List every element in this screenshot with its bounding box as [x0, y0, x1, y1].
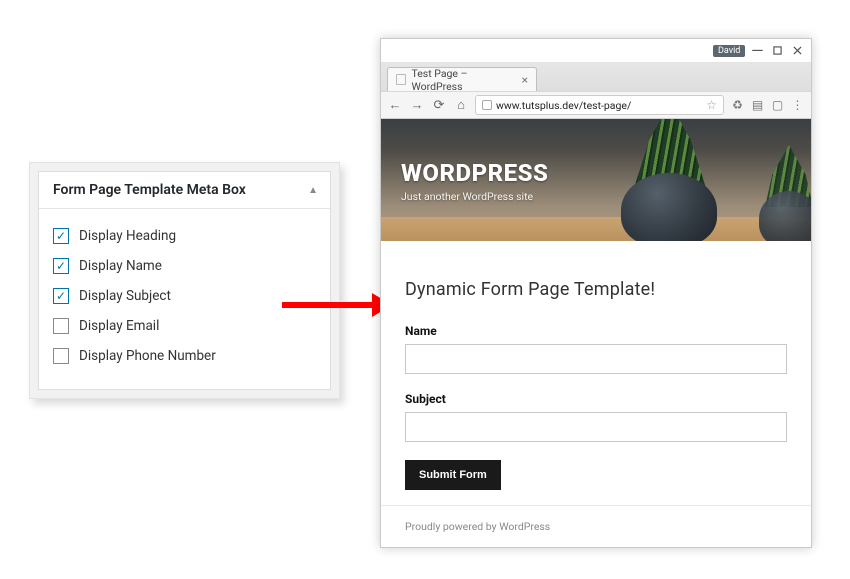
option-label[interactable]: Display Heading: [79, 228, 176, 244]
pot-icon: [759, 191, 811, 241]
site-tagline: Just another WordPress site: [401, 190, 548, 203]
maximize-button[interactable]: [769, 42, 785, 60]
extension-icon[interactable]: ▤: [750, 98, 765, 113]
name-input[interactable]: [405, 344, 787, 374]
window-titlebar: David ―: [381, 39, 811, 63]
browser-tab[interactable]: Test Page – WordPress ×: [387, 67, 537, 91]
subject-input[interactable]: [405, 412, 787, 442]
metabox-option: ✓ Display Name: [53, 251, 316, 281]
hero-table: [381, 217, 811, 241]
hero-text: WORDPRESS Just another WordPress site: [401, 159, 548, 203]
pot-icon: [621, 173, 717, 241]
hero-banner: WORDPRESS Just another WordPress site: [381, 119, 811, 241]
metabox-title: Form Page Template Meta Box: [53, 182, 246, 198]
back-button[interactable]: ←: [387, 97, 403, 113]
home-button[interactable]: ⌂: [453, 97, 469, 113]
reload-button[interactable]: ⟳: [431, 97, 447, 113]
tab-strip: Test Page – WordPress ×: [381, 63, 811, 91]
page-content: Dynamic Form Page Template! Name Subject…: [381, 241, 811, 505]
forward-button[interactable]: →: [409, 97, 425, 113]
page-heading: Dynamic Form Page Template!: [405, 279, 787, 300]
metabox-body: ✓ Display Heading ✓ Display Name ✓ Displ…: [39, 209, 330, 389]
profile-badge[interactable]: David: [713, 45, 745, 57]
metabox-option: ✓ Display Subject: [53, 281, 316, 311]
close-button[interactable]: [789, 42, 805, 60]
subject-label: Subject: [405, 392, 787, 406]
site-title[interactable]: WORDPRESS: [401, 159, 548, 187]
bookmark-star-icon[interactable]: ☆: [706, 98, 717, 112]
extension-icon[interactable]: ▢: [770, 98, 785, 113]
extension-icon[interactable]: ♻: [730, 98, 745, 113]
metabox-panel: Form Page Template Meta Box ▲ ✓ Display …: [29, 162, 340, 399]
checkbox-display-name[interactable]: ✓: [53, 258, 69, 274]
address-bar: ← → ⟳ ⌂ www.tutsplus.dev/test-page/ ☆ ♻ …: [381, 91, 811, 119]
option-label[interactable]: Display Subject: [79, 288, 171, 304]
metabox-option: Display Email: [53, 311, 316, 341]
browser-window: David ― Test Page – WordPress × ← → ⟳ ⌂ …: [380, 38, 812, 548]
page-viewport: WORDPRESS Just another WordPress site Dy…: [381, 119, 811, 547]
checkbox-display-subject[interactable]: ✓: [53, 288, 69, 304]
name-label: Name: [405, 324, 787, 338]
tab-close-icon[interactable]: ×: [522, 73, 528, 87]
checkbox-display-phone[interactable]: [53, 348, 69, 364]
checkbox-display-heading[interactable]: ✓: [53, 228, 69, 244]
tab-title: Test Page – WordPress: [411, 67, 514, 93]
option-label[interactable]: Display Name: [79, 258, 162, 274]
toolbar-right: ♻ ▤ ▢ ⋮: [730, 98, 805, 113]
site-info-icon[interactable]: [482, 100, 492, 110]
favicon-icon: [396, 74, 406, 85]
metabox: Form Page Template Meta Box ▲ ✓ Display …: [38, 171, 331, 390]
check-icon: ✓: [56, 230, 66, 242]
checkbox-display-email[interactable]: [53, 318, 69, 334]
minimize-button[interactable]: ―: [749, 42, 765, 60]
url-box[interactable]: www.tutsplus.dev/test-page/ ☆: [475, 95, 724, 115]
metabox-option: Display Phone Number: [53, 341, 316, 371]
collapse-icon[interactable]: ▲: [308, 185, 318, 196]
metabox-header[interactable]: Form Page Template Meta Box ▲: [39, 172, 330, 209]
url-text: www.tutsplus.dev/test-page/: [496, 99, 631, 112]
site-footer: Proudly powered by WordPress: [381, 505, 811, 547]
check-icon: ✓: [56, 290, 66, 302]
submit-button[interactable]: Submit Form: [405, 460, 501, 490]
menu-icon[interactable]: ⋮: [790, 98, 805, 113]
option-label[interactable]: Display Email: [79, 318, 159, 334]
footer-credit[interactable]: Proudly powered by WordPress: [405, 520, 550, 533]
check-icon: ✓: [56, 260, 66, 272]
option-label[interactable]: Display Phone Number: [79, 348, 216, 364]
metabox-option: ✓ Display Heading: [53, 221, 316, 251]
